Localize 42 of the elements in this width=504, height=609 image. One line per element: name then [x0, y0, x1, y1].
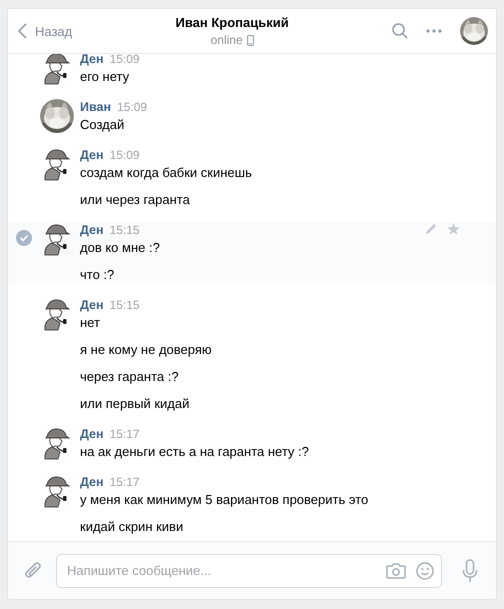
message-text: через гаранта :?	[80, 368, 180, 385]
message-time: 15:15	[110, 222, 140, 239]
pencil-icon[interactable]	[425, 223, 437, 235]
author-name[interactable]: Ден	[80, 426, 104, 443]
message-time: 15:17	[110, 426, 140, 443]
message-text: создам когда бабки скинешь	[80, 164, 252, 181]
message-text: дов ко мне :?	[80, 239, 160, 256]
microphone-icon[interactable]	[462, 558, 478, 582]
message-text: что :?	[80, 266, 116, 283]
message-row[interactable]: Ден 15:15 дов ко мне :? что :?	[8, 222, 496, 283]
message-text: на ак деньги есть а на гаранта нету :?	[80, 443, 309, 460]
message-time: 15:17	[110, 474, 140, 491]
message-time: 15:09	[117, 99, 148, 116]
message-text: его нету	[80, 68, 130, 85]
message-text: я не кому не доверяю	[80, 341, 212, 358]
phone-icon	[246, 34, 254, 46]
back-link[interactable]: Назад	[18, 23, 72, 39]
chevron-left-icon	[18, 23, 27, 39]
message-text: или через гаранта	[80, 191, 191, 208]
author-name[interactable]: Иван	[80, 99, 112, 116]
message-text: у меня как минимум 5 вариантов проверить это	[80, 491, 368, 508]
author-name[interactable]: Ден	[80, 147, 104, 164]
message-text: Создай	[80, 116, 126, 133]
message-time: 15:15	[110, 297, 140, 314]
message-text: кидай скрин киви	[80, 518, 184, 535]
check-icon[interactable]	[16, 230, 32, 246]
author-name[interactable]: Ден	[80, 222, 104, 239]
more-icon[interactable]	[426, 29, 442, 33]
message-text: или первый кидай	[80, 395, 190, 412]
author-name[interactable]: Ден	[80, 474, 104, 491]
smile-icon[interactable]	[416, 562, 434, 580]
message-text: нет	[80, 314, 101, 331]
camera-icon[interactable]	[386, 562, 406, 578]
online-status: online	[210, 33, 243, 47]
message-time: 15:09	[110, 51, 140, 68]
message-time: 15:09	[110, 147, 140, 164]
author-name[interactable]: Ден	[80, 297, 104, 314]
message-input[interactable]: Напишите сообщение...	[56, 554, 442, 588]
author-name[interactable]: Ден	[80, 51, 104, 68]
chat-title: Иван Кропацький	[176, 15, 289, 30]
star-icon[interactable]	[447, 223, 460, 235]
search-icon[interactable]	[392, 23, 408, 39]
